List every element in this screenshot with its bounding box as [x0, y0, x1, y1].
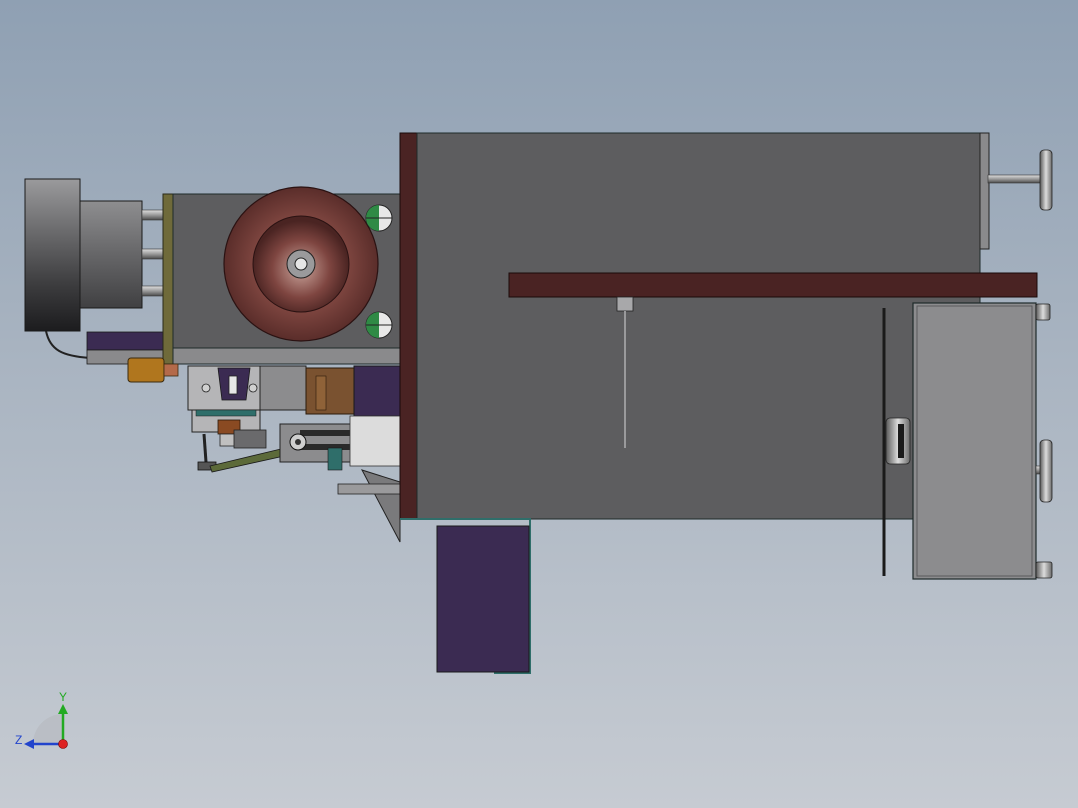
teal-bracket — [327, 447, 343, 471]
motor-cable — [45, 330, 91, 359]
left-purple-rail[interactable] — [86, 331, 170, 351]
front-mount-plate[interactable] — [162, 193, 174, 365]
right-box-knob-bottom[interactable] — [1035, 561, 1053, 579]
clamp-bolt-left — [201, 383, 211, 393]
right-box[interactable] — [912, 302, 1053, 580]
bronze-coupling[interactable] — [127, 357, 165, 383]
indicator-bottom — [365, 311, 393, 339]
cylinder-cap — [349, 415, 401, 467]
lever-arm[interactable] — [209, 447, 286, 473]
gray-slide-block[interactable] — [259, 365, 307, 411]
guide-teal-strip — [195, 409, 257, 417]
motor-rod-top[interactable] — [141, 209, 167, 221]
motor-can[interactable] — [24, 178, 81, 332]
main-housing-end-cap — [979, 132, 990, 250]
purple-actuator[interactable] — [353, 365, 403, 417]
indicator-top — [365, 204, 393, 232]
machine-assembly-drawing[interactable] — [0, 0, 1078, 808]
clamp-pin — [228, 375, 238, 395]
coupling-collar — [163, 363, 179, 377]
bottom-purple-box[interactable] — [436, 525, 530, 673]
probe-shaft — [202, 433, 208, 463]
cad-viewport[interactable]: Y Z — [0, 0, 1078, 808]
motor-rod-bottom[interactable] — [141, 285, 167, 297]
handwheel-top-wheel[interactable] — [1039, 149, 1053, 211]
handwheel-top[interactable] — [987, 149, 1053, 211]
pulley-groove — [898, 424, 904, 458]
clamp-bolt-right — [248, 383, 258, 393]
handwheel-bottom[interactable] — [1035, 439, 1053, 503]
right-box-knob-top[interactable] — [1035, 303, 1051, 321]
bottom-box[interactable] — [400, 518, 531, 674]
linkage-housing[interactable] — [233, 429, 267, 449]
handwheel-top-shaft — [987, 174, 1043, 184]
motor-rod-middle[interactable] — [141, 248, 167, 260]
motor-flange[interactable] — [79, 200, 143, 309]
disc-housing-base[interactable] — [172, 347, 404, 365]
main-housing-front-plate[interactable] — [399, 132, 418, 520]
handwheel-bottom-wheel[interactable] — [1039, 439, 1053, 503]
disc-bolt — [294, 257, 308, 271]
right-box-body[interactable] — [912, 302, 1037, 580]
copper-block[interactable] — [305, 367, 355, 415]
motor[interactable] — [24, 178, 167, 359]
brown-cross-plate[interactable] — [508, 272, 1038, 298]
lower-mechanism[interactable] — [187, 365, 403, 543]
cylinder-pivot-center — [295, 439, 301, 445]
copper-block-rib — [315, 375, 327, 411]
angled-support-plate — [360, 469, 401, 543]
sensor-head[interactable] — [616, 296, 634, 312]
lower-rail — [337, 483, 403, 495]
